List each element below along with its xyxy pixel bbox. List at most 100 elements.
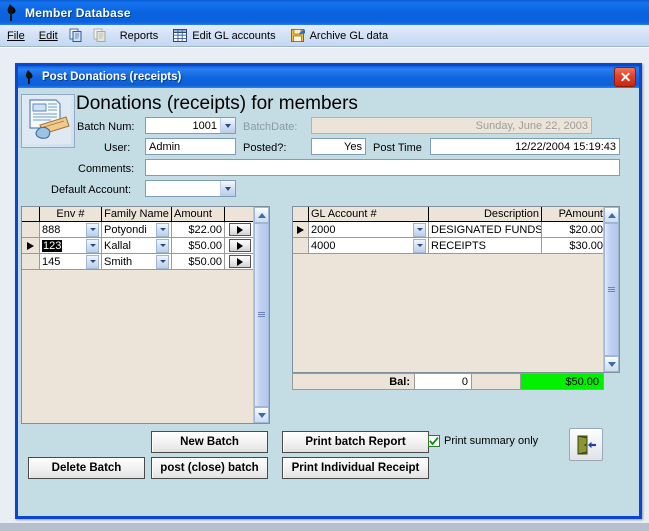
chevron-down-icon[interactable] — [86, 238, 99, 253]
chevron-down-icon[interactable] — [156, 222, 169, 237]
col-family-name[interactable]: Family Name — [102, 207, 172, 221]
post-close-batch-button[interactable]: post (close) batch — [151, 457, 268, 479]
menu-edit-gl-accounts[interactable]: Edit GL accounts — [165, 26, 282, 46]
donations-grid[interactable]: Env # Family Name Amount 888 Potyondi $2… — [21, 206, 270, 424]
batch-date-label: BatchDate: — [243, 121, 298, 133]
cell-family-name[interactable]: Potyondi — [102, 222, 172, 237]
print-summary-only-label: Print summary only — [444, 435, 539, 447]
scroll-thumb[interactable] — [604, 223, 619, 356]
chevron-down-icon[interactable] — [86, 222, 99, 237]
cell-description[interactable]: RECEIPTS — [429, 238, 542, 253]
row-marker[interactable] — [293, 238, 309, 253]
main-window-title: Member Database — [25, 5, 131, 20]
cell-description-value: DESIGNATED FUNDS — [431, 223, 542, 236]
cell-amount[interactable]: $50.00 — [172, 238, 225, 253]
cell-family-name[interactable]: Kallal — [102, 238, 172, 253]
gl-distribution-grid[interactable]: GL Account # Description PAmount 2000 DE… — [292, 206, 620, 373]
print-individual-receipt-button[interactable]: Print Individual Receipt — [282, 457, 429, 479]
user-field[interactable]: Admin — [145, 138, 236, 155]
row-marker[interactable] — [22, 238, 40, 253]
menu-paste[interactable] — [89, 26, 113, 46]
scroll-track[interactable] — [604, 223, 619, 356]
cell-pamount[interactable]: $30.00 — [542, 238, 605, 253]
main-window-titlebar[interactable]: Member Database — [0, 0, 649, 25]
cell-pamount[interactable]: $20.00 — [542, 222, 605, 237]
cell-gl-account[interactable]: 2000 — [309, 222, 429, 237]
cell-detail-action[interactable] — [225, 254, 255, 269]
cell-family-name[interactable]: Smith — [102, 254, 172, 269]
col-amount[interactable]: Amount — [172, 207, 225, 221]
comments-field[interactable] — [145, 159, 620, 176]
post-time-field[interactable]: 12/22/2004 15:19:43 — [430, 138, 620, 155]
exit-button[interactable] — [569, 428, 603, 461]
cell-amount[interactable]: $22.00 — [172, 222, 225, 237]
scroll-down-icon[interactable] — [604, 356, 619, 372]
chevron-down-icon[interactable] — [413, 222, 426, 237]
col-pamount[interactable]: PAmount — [542, 207, 605, 221]
cell-detail-action[interactable] — [225, 222, 255, 237]
col-env[interactable]: Env # — [40, 207, 102, 221]
donations-grid-scrollbar[interactable] — [253, 207, 269, 423]
cell-description[interactable]: DESIGNATED FUNDS — [429, 222, 542, 237]
new-batch-button[interactable]: New Batch — [151, 431, 268, 453]
cell-env[interactable]: 145 — [40, 254, 102, 269]
chevron-down-icon[interactable] — [413, 238, 426, 253]
col-description[interactable]: Description — [429, 207, 542, 221]
menu-edit[interactable]: Edit — [32, 26, 65, 46]
chevron-down-icon[interactable] — [156, 238, 169, 253]
table-row[interactable]: 888 Potyondi $22.00 — [22, 222, 255, 238]
cell-detail-action[interactable] — [225, 238, 255, 253]
gl-grid-scrollbar[interactable] — [603, 207, 619, 372]
print-batch-report-button[interactable]: Print batch Report — [282, 431, 429, 453]
screen-root: Member Database File Edit Reports Edit G… — [0, 0, 649, 531]
close-icon[interactable] — [614, 67, 636, 87]
delete-batch-button[interactable]: Delete Batch — [28, 457, 145, 479]
row-marker[interactable] — [22, 254, 40, 269]
batch-num-label: Batch Num: — [77, 121, 135, 133]
row-marker[interactable] — [293, 222, 309, 237]
dialog-titlebar[interactable]: Post Donations (receipts) — [18, 66, 639, 88]
menu-reports-label: Reports — [119, 29, 159, 42]
cell-env[interactable]: 888 — [40, 222, 102, 237]
donations-grid-empty-area — [22, 270, 255, 420]
menu-edit-label: Edit — [38, 29, 58, 42]
table-row[interactable]: 123 Kallal $50.00 — [22, 238, 255, 254]
posted-field[interactable]: Yes — [311, 138, 366, 155]
table-row[interactable]: 145 Smith $50.00 — [22, 254, 255, 270]
cell-gl-account-value: 4000 — [311, 239, 336, 252]
chevron-down-icon[interactable] — [86, 254, 99, 269]
balance-row: Bal: 0 $50.00 — [292, 373, 604, 390]
cell-gl-account[interactable]: 4000 — [309, 238, 429, 253]
row-detail-button[interactable] — [228, 223, 251, 236]
menu-copy[interactable] — [65, 26, 89, 46]
donations-grid-header: Env # Family Name Amount — [22, 207, 255, 222]
default-account-combo[interactable] — [145, 180, 236, 197]
row-detail-button[interactable] — [228, 255, 251, 268]
scroll-thumb[interactable] — [254, 223, 269, 407]
print-summary-only-checkbox[interactable] — [428, 435, 440, 447]
row-detail-button[interactable] — [228, 239, 251, 252]
posted-value: Yes — [344, 140, 362, 153]
menu-archive-gl-data[interactable]: Archive GL data — [283, 26, 395, 46]
scroll-down-icon[interactable] — [254, 407, 269, 423]
scroll-track[interactable] — [254, 223, 269, 407]
menu-reports[interactable]: Reports — [113, 26, 166, 46]
batch-num-combo[interactable]: 1001 — [145, 117, 236, 134]
cell-env[interactable]: 123 — [40, 238, 102, 253]
menu-file[interactable]: File — [0, 26, 32, 46]
cell-amount[interactable]: $50.00 — [172, 254, 225, 269]
chevron-down-icon[interactable] — [220, 118, 235, 133]
row-marker[interactable] — [22, 222, 40, 237]
table-row[interactable]: 4000 RECEIPTS $30.00 — [293, 238, 605, 254]
app-flame-icon — [3, 3, 21, 22]
page-title: Donations (receipts) for members — [76, 93, 358, 114]
scroll-up-icon[interactable] — [604, 207, 619, 223]
menu-archive-gl-data-label: Archive GL data — [309, 29, 389, 42]
table-row[interactable]: 2000 DESIGNATED FUNDS $20.00 — [293, 222, 605, 238]
chevron-down-icon[interactable] — [156, 254, 169, 269]
scroll-up-icon[interactable] — [254, 207, 269, 223]
col-gl-account[interactable]: GL Account # — [309, 207, 429, 221]
chevron-down-icon[interactable] — [220, 181, 235, 196]
exit-door-icon — [577, 434, 596, 455]
print-summary-only-checkbox-wrap[interactable]: Print summary only — [428, 435, 538, 447]
